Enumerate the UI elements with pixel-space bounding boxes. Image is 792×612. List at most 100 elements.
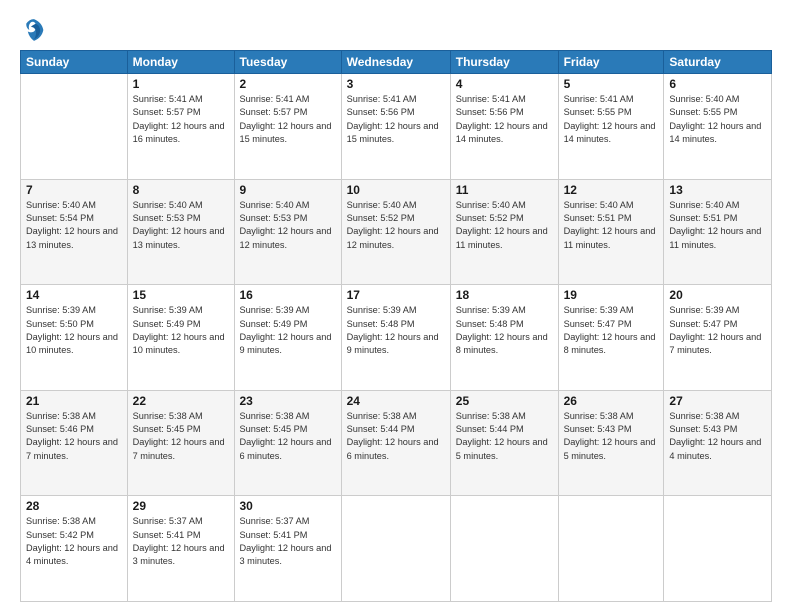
day-number: 5 bbox=[564, 77, 659, 91]
day-info: Sunrise: 5:38 AMSunset: 5:43 PMDaylight:… bbox=[669, 410, 766, 463]
week-row-1: 1 Sunrise: 5:41 AMSunset: 5:57 PMDaylight… bbox=[21, 74, 772, 180]
day-cell: 20Sunrise: 5:39 AMSunset: 5:47 PMDayligh… bbox=[664, 285, 772, 391]
day-info: Sunrise: 5:40 AMSunset: 5:51 PMDaylight:… bbox=[564, 199, 659, 252]
calendar: SundayMondayTuesdayWednesdayThursdayFrid… bbox=[20, 50, 772, 602]
day-info: Sunrise: 5:41 AMSunset: 5:56 PMDaylight:… bbox=[347, 93, 445, 146]
day-cell: 15 Sunrise: 5:39 AMSunset: 5:49 PMDayligh… bbox=[127, 285, 234, 391]
day-number: 7 bbox=[26, 183, 122, 197]
day-number: 12 bbox=[564, 183, 659, 197]
day-cell: 24 Sunrise: 5:38 AMSunset: 5:44 PMDayligh… bbox=[341, 390, 450, 496]
day-cell: 19 Sunrise: 5:39 AMSunset: 5:47 PMDayligh… bbox=[558, 285, 664, 391]
weekday-header-thursday: Thursday bbox=[450, 51, 558, 74]
day-cell bbox=[558, 496, 664, 602]
day-cell: 16Sunrise: 5:39 AMSunset: 5:49 PMDayligh… bbox=[234, 285, 341, 391]
day-number: 25 bbox=[456, 394, 553, 408]
day-number: 23 bbox=[240, 394, 336, 408]
day-cell: 4 Sunrise: 5:41 AMSunset: 5:56 PMDaylight… bbox=[450, 74, 558, 180]
day-info: Sunrise: 5:40 AMSunset: 5:53 PMDaylight:… bbox=[240, 199, 336, 252]
day-cell: 22 Sunrise: 5:38 AMSunset: 5:45 PMDayligh… bbox=[127, 390, 234, 496]
day-cell: 30 Sunrise: 5:37 AMSunset: 5:41 PMDayligh… bbox=[234, 496, 341, 602]
day-number: 29 bbox=[133, 499, 229, 513]
weekday-header-saturday: Saturday bbox=[664, 51, 772, 74]
day-cell: 17 Sunrise: 5:39 AMSunset: 5:48 PMDayligh… bbox=[341, 285, 450, 391]
day-info: Sunrise: 5:39 AMSunset: 5:47 PMDaylight:… bbox=[564, 304, 659, 357]
day-number: 24 bbox=[347, 394, 445, 408]
weekday-header-friday: Friday bbox=[558, 51, 664, 74]
week-row-3: 14Sunrise: 5:39 AMSunset: 5:50 PMDayligh… bbox=[21, 285, 772, 391]
day-cell: 8 Sunrise: 5:40 AMSunset: 5:53 PMDaylight… bbox=[127, 179, 234, 285]
day-number: 11 bbox=[456, 183, 553, 197]
day-info: Sunrise: 5:38 AMSunset: 5:44 PMDaylight:… bbox=[347, 410, 445, 463]
day-cell: 28Sunrise: 5:38 AMSunset: 5:42 PMDayligh… bbox=[21, 496, 128, 602]
day-info: Sunrise: 5:40 AMSunset: 5:52 PMDaylight:… bbox=[456, 199, 553, 252]
day-number: 4 bbox=[456, 77, 553, 91]
day-number: 17 bbox=[347, 288, 445, 302]
day-info: Sunrise: 5:40 AMSunset: 5:55 PMDaylight:… bbox=[669, 93, 766, 146]
day-cell: 13 Sunrise: 5:40 AMSunset: 5:51 PMDayligh… bbox=[664, 179, 772, 285]
day-info: Sunrise: 5:38 AMSunset: 5:45 PMDaylight:… bbox=[240, 410, 336, 463]
day-cell: 7 Sunrise: 5:40 AMSunset: 5:54 PMDaylight… bbox=[21, 179, 128, 285]
page: SundayMondayTuesdayWednesdayThursdayFrid… bbox=[0, 0, 792, 612]
day-cell: 25Sunrise: 5:38 AMSunset: 5:44 PMDayligh… bbox=[450, 390, 558, 496]
day-cell: 18Sunrise: 5:39 AMSunset: 5:48 PMDayligh… bbox=[450, 285, 558, 391]
day-cell: 10 Sunrise: 5:40 AMSunset: 5:52 PMDayligh… bbox=[341, 179, 450, 285]
day-info: Sunrise: 5:41 AMSunset: 5:55 PMDaylight:… bbox=[564, 93, 659, 146]
day-number: 16 bbox=[240, 288, 336, 302]
day-number: 20 bbox=[669, 288, 766, 302]
day-info: Sunrise: 5:39 AMSunset: 5:50 PMDaylight:… bbox=[26, 304, 122, 357]
day-number: 2 bbox=[240, 77, 336, 91]
day-cell: 29Sunrise: 5:37 AMSunset: 5:41 PMDayligh… bbox=[127, 496, 234, 602]
day-number: 8 bbox=[133, 183, 229, 197]
day-info: Sunrise: 5:40 AMSunset: 5:51 PMDaylight:… bbox=[669, 199, 766, 252]
day-cell bbox=[450, 496, 558, 602]
day-cell: 9 Sunrise: 5:40 AMSunset: 5:53 PMDaylight… bbox=[234, 179, 341, 285]
day-number: 27 bbox=[669, 394, 766, 408]
day-number: 6 bbox=[669, 77, 766, 91]
logo bbox=[20, 16, 52, 44]
header bbox=[20, 16, 772, 44]
day-info: Sunrise: 5:39 AMSunset: 5:48 PMDaylight:… bbox=[347, 304, 445, 357]
day-number: 13 bbox=[669, 183, 766, 197]
day-cell: 27 Sunrise: 5:38 AMSunset: 5:43 PMDayligh… bbox=[664, 390, 772, 496]
day-info: Sunrise: 5:40 AMSunset: 5:53 PMDaylight:… bbox=[133, 199, 229, 252]
logo-icon bbox=[20, 16, 48, 44]
day-info: Sunrise: 5:41 AMSunset: 5:57 PMDaylight:… bbox=[240, 93, 336, 146]
day-info: Sunrise: 5:38 AMSunset: 5:42 PMDaylight:… bbox=[26, 515, 122, 568]
day-number: 10 bbox=[347, 183, 445, 197]
day-info: Sunrise: 5:40 AMSunset: 5:54 PMDaylight:… bbox=[26, 199, 122, 252]
day-cell: 5 Sunrise: 5:41 AMSunset: 5:55 PMDaylight… bbox=[558, 74, 664, 180]
weekday-header-row: SundayMondayTuesdayWednesdayThursdayFrid… bbox=[21, 51, 772, 74]
day-number: 21 bbox=[26, 394, 122, 408]
day-number: 15 bbox=[133, 288, 229, 302]
day-number: 30 bbox=[240, 499, 336, 513]
day-number: 26 bbox=[564, 394, 659, 408]
day-cell: 6 Sunrise: 5:40 AMSunset: 5:55 PMDaylight… bbox=[664, 74, 772, 180]
day-cell: 21 Sunrise: 5:38 AMSunset: 5:46 PMDayligh… bbox=[21, 390, 128, 496]
day-number: 1 bbox=[133, 77, 229, 91]
day-info: Sunrise: 5:39 AMSunset: 5:48 PMDaylight:… bbox=[456, 304, 553, 357]
week-row-4: 21 Sunrise: 5:38 AMSunset: 5:46 PMDayligh… bbox=[21, 390, 772, 496]
weekday-header-wednesday: Wednesday bbox=[341, 51, 450, 74]
day-info: Sunrise: 5:41 AMSunset: 5:56 PMDaylight:… bbox=[456, 93, 553, 146]
day-cell: 3 Sunrise: 5:41 AMSunset: 5:56 PMDaylight… bbox=[341, 74, 450, 180]
day-cell: 12 Sunrise: 5:40 AMSunset: 5:51 PMDayligh… bbox=[558, 179, 664, 285]
day-cell: 2 Sunrise: 5:41 AMSunset: 5:57 PMDaylight… bbox=[234, 74, 341, 180]
day-info: Sunrise: 5:40 AMSunset: 5:52 PMDaylight:… bbox=[347, 199, 445, 252]
day-info: Sunrise: 5:39 AMSunset: 5:49 PMDaylight:… bbox=[133, 304, 229, 357]
day-number: 19 bbox=[564, 288, 659, 302]
day-info: Sunrise: 5:38 AMSunset: 5:45 PMDaylight:… bbox=[133, 410, 229, 463]
day-cell: 1Sunrise: 5:41 AMSunset: 5:57 PMDaylight… bbox=[127, 74, 234, 180]
day-cell: 26Sunrise: 5:38 AMSunset: 5:43 PMDayligh… bbox=[558, 390, 664, 496]
week-row-2: 7 Sunrise: 5:40 AMSunset: 5:54 PMDaylight… bbox=[21, 179, 772, 285]
day-cell: 11 Sunrise: 5:40 AMSunset: 5:52 PMDayligh… bbox=[450, 179, 558, 285]
day-info: Sunrise: 5:38 AMSunset: 5:46 PMDaylight:… bbox=[26, 410, 122, 463]
week-row-5: 28Sunrise: 5:38 AMSunset: 5:42 PMDayligh… bbox=[21, 496, 772, 602]
day-number: 22 bbox=[133, 394, 229, 408]
day-cell bbox=[341, 496, 450, 602]
day-cell bbox=[21, 74, 128, 180]
day-number: 3 bbox=[347, 77, 445, 91]
day-number: 9 bbox=[240, 183, 336, 197]
weekday-header-monday: Monday bbox=[127, 51, 234, 74]
day-info: Sunrise: 5:37 AMSunset: 5:41 PMDaylight:… bbox=[240, 515, 336, 568]
day-cell bbox=[664, 496, 772, 602]
